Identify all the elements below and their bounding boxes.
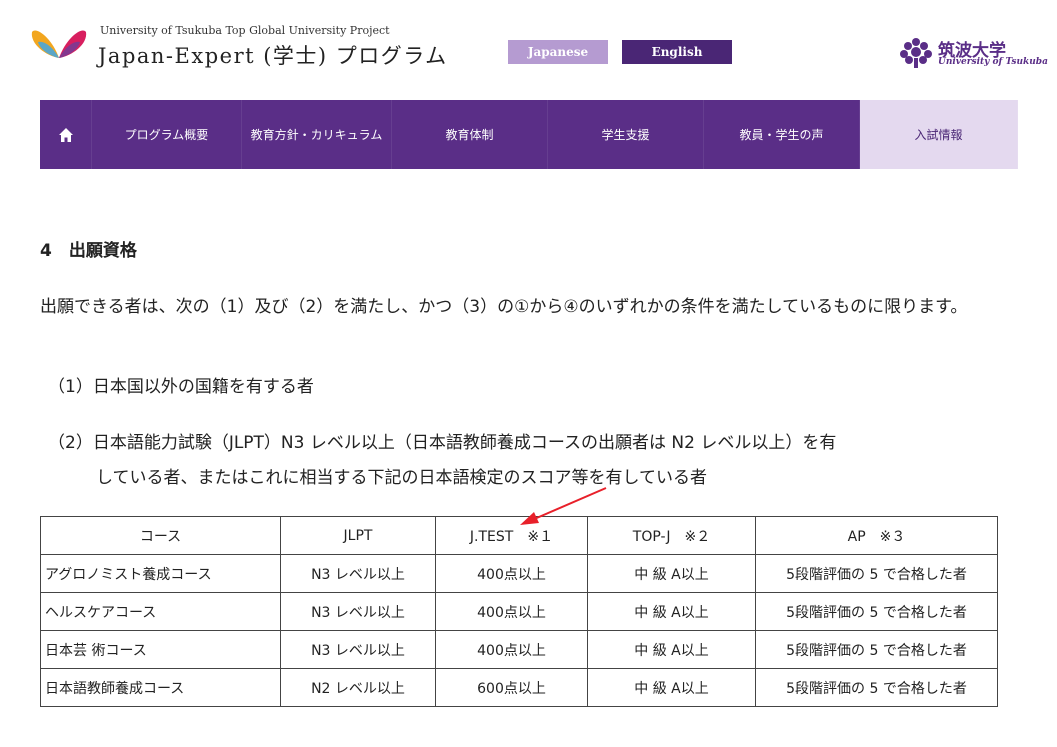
language-requirements-table: コース JLPT J.TEST ※１ TOP-J ※２ AP ※３ アグロノミス… <box>40 516 998 707</box>
table-row: 日本芸 術コース N3 レベル以上 400点以上 中 級 A以上 5段階評価の … <box>40 630 998 669</box>
main-nav: プログラム概要 教育方針・カリキュラム 教育体制 学生支援 教員・学生の声 入試… <box>40 100 1018 169</box>
annotation-arrow-icon <box>520 487 607 525</box>
table-cell: 日本語教師養成コース <box>40 668 281 707</box>
table-cell: 中 級 A以上 <box>587 668 756 707</box>
table-cell: 400点以上 <box>435 554 588 593</box>
home-icon <box>58 127 73 142</box>
japanese-button[interactable]: Japanese <box>508 40 608 64</box>
university-line: University of Tsukuba Top Global Univers… <box>100 24 390 37</box>
nav-policy-curriculum[interactable]: 教育方針・カリキュラム <box>242 100 392 169</box>
nav-home[interactable] <box>40 100 92 169</box>
table-cell: 中 級 A以上 <box>587 630 756 669</box>
table-row: アグロノミスト養成コース N3 レベル以上 400点以上 中 級 A以上 5段階… <box>40 554 998 593</box>
table-cell: 600点以上 <box>435 668 588 707</box>
section-heading: 4 出願資格 <box>40 241 137 261</box>
tsukuba-logo-en[interactable]: University of Tsukuba <box>938 57 1048 67</box>
column-header: コース <box>40 516 281 555</box>
column-header: AP ※３ <box>755 516 998 555</box>
nav-program-overview[interactable]: プログラム概要 <box>92 100 242 169</box>
table-cell: 日本芸 術コース <box>40 630 281 669</box>
table-row: 日本語教師養成コース N2 レベル以上 600点以上 中 級 A以上 5段階評価… <box>40 668 998 707</box>
table-cell: 5段階評価の 5 で合格した者 <box>755 554 998 593</box>
nav-education-system[interactable]: 教育体制 <box>392 100 548 169</box>
nav-voices[interactable]: 教員・学生の声 <box>704 100 860 169</box>
table-cell: 中 級 A以上 <box>587 592 756 631</box>
column-header: JLPT <box>280 516 436 555</box>
table-cell: N3 レベル以上 <box>280 554 436 593</box>
table-cell: 5段階評価の 5 で合格した者 <box>755 668 998 707</box>
nav-admissions[interactable]: 入試情報 <box>860 100 1018 169</box>
requirement-item-2: （2）日本語能力試験（JLPT）N3 レベル以上（日本語教師養成コースの出願者は… <box>48 433 837 453</box>
table-cell: N2 レベル以上 <box>280 668 436 707</box>
table-cell: ヘルスケアコース <box>40 592 281 631</box>
requirement-item-1: （1）日本国以外の国籍を有する者 <box>48 377 314 397</box>
table-cell: 400点以上 <box>435 630 588 669</box>
english-button[interactable]: English <box>622 40 732 64</box>
top-global-logo-icon[interactable] <box>30 18 88 76</box>
eligibility-paragraph: 出願できる者は、次の（1）及び（2）を満たし、かつ（3）の①から④のいずれかの条… <box>40 297 968 317</box>
table-cell: アグロノミスト養成コース <box>40 554 281 593</box>
table-cell: N3 レベル以上 <box>280 592 436 631</box>
nav-student-support[interactable]: 学生支援 <box>548 100 704 169</box>
table-cell: N3 レベル以上 <box>280 630 436 669</box>
table-cell: 5段階評価の 5 で合格した者 <box>755 630 998 669</box>
table-row: ヘルスケアコース N3 レベル以上 400点以上 中 級 A以上 5段階評価の … <box>40 592 998 631</box>
program-title[interactable]: Japan-Expert (学士) プログラム <box>98 40 448 70</box>
table-cell: 5段階評価の 5 で合格した者 <box>755 592 998 631</box>
site-header: University of Tsukuba Top Global Univers… <box>0 0 1057 100</box>
table-cell: 中 級 A以上 <box>587 554 756 593</box>
tsukuba-emblem-icon[interactable] <box>898 36 934 70</box>
table-cell: 400点以上 <box>435 592 588 631</box>
